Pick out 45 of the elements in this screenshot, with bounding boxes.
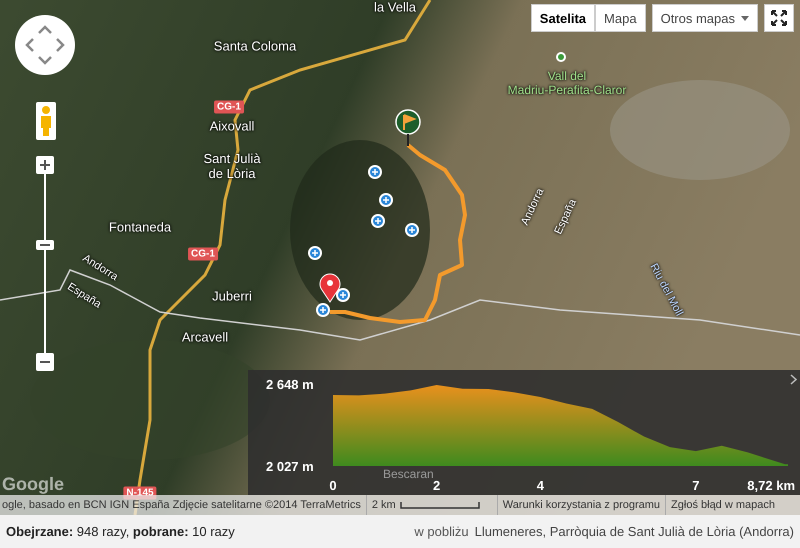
waypoint-icon[interactable] [405,223,419,237]
elevation-axis-label: 2 027 m [266,459,314,474]
zoom-out-button[interactable] [36,353,54,371]
distance-axis-label: 2 [433,478,440,493]
near-label: w pobliżu [414,524,469,539]
distance-axis-label: 7 [692,478,700,493]
stats-text: Obejrzane: 948 razy, pobrane: 10 razy [6,524,235,539]
place-name: Fontaneda [108,220,172,236]
map-type-button[interactable]: Mapa [595,4,646,32]
map-data-credit: ogle, basado en BCN IGN España Zdjęcie satelitarne ©2014 TerraMetrics [2,499,361,511]
location-text: Llumeneres, Parròquia de Sant Julià de Lòria (Andorra) [474,524,794,539]
waypoint-icon[interactable] [371,214,385,228]
elevation-axis-label: 2 648 m [266,377,314,392]
map-type-button[interactable]: Satelita [530,4,596,32]
chevron-right-icon[interactable] [790,374,797,385]
distance-axis-label: 0 [329,478,337,493]
location-pin-icon[interactable] [320,274,340,302]
river-name: Riu del Moll [646,262,686,318]
start-flag-icon[interactable] [395,109,421,146]
place-name: Santa Coloma [214,40,296,54]
waypoint-icon[interactable] [308,246,322,260]
zoom-slider-handle[interactable] [36,240,54,250]
road-number-badge: CG-1 [188,248,218,260]
fullscreen-button[interactable] [764,4,794,32]
place-name: Arcavell [182,330,228,346]
place-name: Bescaran [383,467,434,481]
caret-icon [741,16,749,20]
waypoint-icon[interactable] [368,165,382,179]
plus-icon [40,160,50,170]
terms-link[interactable]: Warunki korzystania z programu [502,499,660,511]
waypoint-icon[interactable] [336,288,350,302]
waypoint-icon[interactable] [379,193,393,207]
zoom-in-button[interactable] [36,156,54,174]
road-number-badge: CG-1 [214,100,244,114]
map-type-dropdown[interactable]: Otros mapas [652,4,758,32]
fullscreen-icon [771,10,787,26]
park-name: Vall del Madriu-Perafita-Claror [508,70,626,98]
report-error-link[interactable]: Zgłoś błąd w mapach [671,499,775,511]
place-name: la Vella [374,0,416,16]
map-logo: Google [2,474,64,494]
distance-axis-label: 8,72 km [747,478,795,493]
waypoint-icon[interactable] [316,303,330,317]
distance-axis-label: 4 [536,478,544,493]
place-name: Juberri [212,290,252,304]
scale-label: 2 km [372,499,396,511]
